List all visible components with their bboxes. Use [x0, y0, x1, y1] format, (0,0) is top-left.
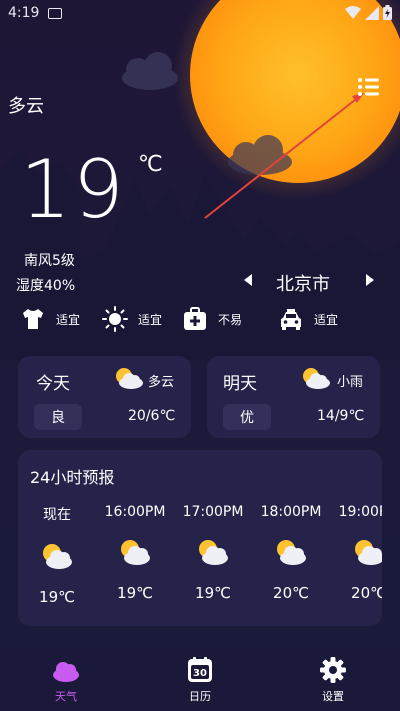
tomorrow-label: 明天 — [223, 374, 257, 394]
hourly-temp: 19℃ — [39, 588, 75, 606]
nav-settings[interactable]: 设置 — [293, 656, 373, 704]
tip-sun[interactable]: 适宜 — [102, 306, 162, 332]
previous-city-arrow-icon[interactable] — [244, 274, 252, 286]
tomorrow-temp-range: 14/9℃ — [317, 408, 365, 424]
partly-cloudy-icon — [116, 368, 143, 389]
temperature-unit: ℃ — [138, 152, 163, 177]
tip-clothing-label: 适宜 — [56, 312, 81, 327]
today-temp-range: 20/6℃ — [128, 408, 176, 424]
current-temperature: 19 — [20, 143, 126, 236]
current-condition: 多云 — [8, 96, 44, 117]
city-name[interactable]: 北京市 — [276, 270, 330, 296]
weather-app: 4:19 多云 19 ℃ 南风5级 湿度40% 北京市 适宜 适宜 不易 适宜 … — [0, 0, 400, 711]
sun-icon — [102, 306, 128, 332]
tip-health[interactable]: 不易 — [182, 306, 242, 332]
tip-sun-label: 适宜 — [138, 312, 163, 327]
today-air-quality-badge: 良 — [34, 404, 82, 430]
cloud-icon — [53, 662, 79, 682]
cloud-left — [122, 52, 178, 90]
today-weather: 多云 — [148, 375, 175, 390]
today-forecast-card[interactable]: 今天 多云 良 20/6℃ — [18, 356, 191, 438]
tip-car[interactable]: 适宜 — [278, 306, 338, 332]
partly-cloudy-icon — [277, 540, 306, 565]
status-bar: 4:19 — [0, 0, 400, 28]
tip-clothing[interactable]: 适宜 — [20, 306, 80, 332]
partly-cloudy-icon — [199, 540, 228, 565]
today-label: 今天 — [36, 374, 70, 394]
tip-health-label: 不易 — [218, 312, 243, 327]
hourly-temp: 20℃ — [273, 584, 309, 602]
hourly-item: 19:00PM 20℃ — [334, 504, 382, 602]
nav-weather-label: 天气 — [55, 690, 77, 703]
tomorrow-forecast-card[interactable]: 明天 小雨 优 14/9℃ — [207, 356, 380, 438]
nav-settings-label: 设置 — [322, 690, 344, 703]
image-notification-icon — [48, 8, 62, 19]
hourly-time: 16:00PM — [104, 504, 166, 520]
status-time: 4:19 — [8, 5, 40, 21]
nav-weather[interactable]: 天气 — [26, 656, 106, 704]
battery-charging-icon — [383, 5, 392, 20]
hourly-item: 现在 19℃ — [22, 504, 92, 606]
partly-cloudy-icon — [43, 544, 72, 569]
hourly-item: 18:00PM 20℃ — [256, 504, 326, 602]
hourly-item: 17:00PM 19℃ — [178, 504, 248, 602]
wind-info: 南风5级 — [24, 253, 75, 269]
tomorrow-air-quality-badge: 优 — [223, 404, 271, 430]
partly-cloudy-icon — [355, 540, 382, 565]
wifi-icon — [345, 5, 361, 19]
partly-cloudy-icon — [121, 540, 150, 565]
tip-car-label: 适宜 — [314, 312, 339, 327]
hourly-time: 19:00PM — [338, 504, 382, 520]
hourly-time: 18:00PM — [260, 504, 322, 520]
signal-icon — [365, 5, 379, 20]
partly-cloudy-icon — [303, 368, 330, 389]
hourly-forecast-panel[interactable]: 24小时预报 现在 19℃ 16:00PM 19℃ 17:00PM 19℃ 18… — [18, 450, 382, 626]
nav-calendar[interactable]: 30 日历 — [160, 656, 240, 704]
hourly-time: 17:00PM — [182, 504, 244, 520]
car-icon — [281, 309, 301, 330]
life-tips-row: 适宜 适宜 不易 适宜 — [0, 306, 400, 336]
hourly-item: 16:00PM 19℃ — [100, 504, 170, 602]
city-switcher: 北京市 — [240, 270, 380, 296]
calendar-day-number: 30 — [193, 668, 207, 679]
medical-kit-icon — [184, 307, 206, 330]
hourly-temp: 20℃ — [351, 584, 382, 602]
shirt-icon — [23, 309, 43, 329]
hourly-title: 24小时预报 — [30, 468, 115, 487]
hourly-temp: 19℃ — [117, 584, 153, 602]
hourly-temp: 19℃ — [195, 584, 231, 602]
calendar-icon: 30 — [188, 657, 212, 682]
nav-calendar-label: 日历 — [189, 690, 211, 703]
hourly-time: 现在 — [43, 507, 71, 523]
gear-icon — [320, 657, 346, 683]
humidity-info: 湿度40% — [16, 278, 76, 294]
bottom-nav: 天气 30 日历 设置 — [0, 648, 400, 711]
tomorrow-weather: 小雨 — [337, 375, 364, 390]
system-icons — [345, 5, 392, 20]
menu-list-icon[interactable] — [356, 76, 382, 98]
next-city-arrow-icon[interactable] — [366, 274, 374, 286]
